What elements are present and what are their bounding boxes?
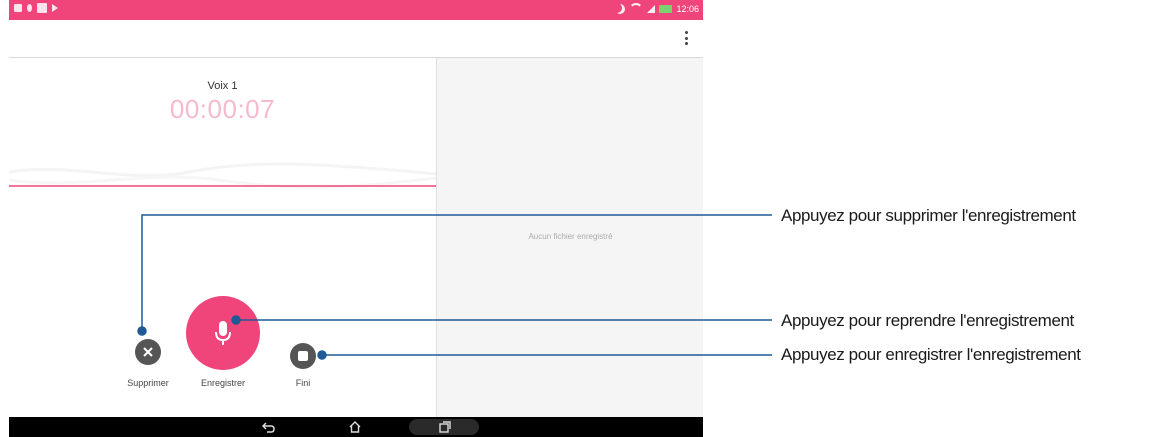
recent-apps-icon[interactable]	[433, 417, 457, 437]
wifi-icon	[629, 3, 644, 15]
system-icons: 12:06	[615, 3, 699, 15]
record-button[interactable]	[186, 296, 260, 370]
callout-delete-text: Appuyez pour supprimer l'enregistrement	[781, 206, 1076, 225]
delete-label: Supprimer	[127, 378, 169, 388]
delete-button[interactable]	[135, 339, 161, 365]
notification-icon	[37, 3, 47, 13]
back-icon[interactable]	[257, 417, 281, 437]
status-bar: 12:06	[9, 0, 703, 20]
stop-icon	[298, 351, 308, 361]
notification-icons	[14, 3, 58, 13]
app-toolbar	[9, 20, 703, 58]
recordings-list-panel: Aucun fichier enregistré	[436, 58, 703, 417]
moon-icon	[615, 4, 625, 14]
done-label: Fini	[295, 378, 311, 388]
tablet-screen: 12:06 Voix 1 00:00:07 Aucun fichier enre…	[9, 0, 703, 437]
waveform	[9, 162, 436, 189]
notification-icon	[27, 4, 32, 12]
record-label: Enregistrer	[200, 378, 245, 388]
navigation-bar	[9, 417, 703, 437]
recording-timer: 00:00:07	[169, 94, 276, 124]
battery-icon	[659, 5, 673, 13]
callout-record-text: Appuyez pour reprendre l'enregistrement	[781, 311, 1074, 330]
recording-name: Voix 1	[207, 80, 238, 92]
status-time: 12:06	[676, 4, 699, 14]
callout-done-text: Appuyez pour enregistrer l'enregistremen…	[781, 345, 1081, 364]
home-icon[interactable]	[343, 417, 367, 437]
microphone-icon	[215, 321, 231, 345]
signal-icon	[647, 5, 656, 13]
close-icon	[143, 347, 153, 357]
notification-icon	[14, 4, 22, 12]
overflow-menu-icon[interactable]	[679, 29, 693, 47]
done-button[interactable]	[290, 343, 316, 369]
empty-list-message: Aucun fichier enregistré	[528, 232, 613, 241]
play-icon	[52, 4, 58, 12]
